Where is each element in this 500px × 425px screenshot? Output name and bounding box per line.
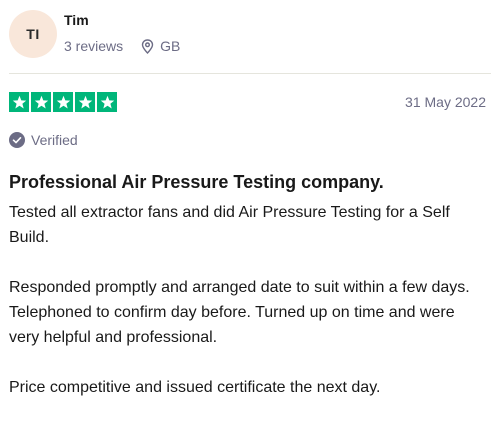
- verified-badge[interactable]: Verified: [9, 132, 78, 148]
- star-icon: [97, 92, 117, 112]
- review-count-label: 3 reviews: [64, 38, 124, 54]
- review-count: 3 reviews: [64, 38, 123, 54]
- consumer-name[interactable]: Tim: [64, 12, 89, 28]
- avatar[interactable]: TI: [9, 10, 57, 58]
- review-paragraph: Tested all extractor fans and did Air Pr…: [9, 204, 450, 246]
- star-icon: [31, 92, 51, 112]
- location-pin-icon: [141, 38, 154, 54]
- consumer-meta: 3 reviews GB: [64, 38, 180, 54]
- review-title[interactable]: Professional Air Pressure Testing compan…: [9, 172, 384, 193]
- star-icon: [9, 92, 29, 112]
- star-rating: [9, 92, 119, 112]
- verified-check-icon: [9, 132, 25, 148]
- star-icon: [53, 92, 73, 112]
- review-paragraph: Price competitive and issued certificate…: [9, 379, 381, 396]
- review-card: TI Tim 3 reviews GB 31 May 2022 Verified…: [0, 0, 500, 403]
- review-paragraph: Responded promptly and arranged date to …: [9, 279, 470, 346]
- review-date: 31 May 2022: [405, 94, 486, 110]
- verified-label: Verified: [31, 132, 78, 148]
- consumer-location: GB: [141, 38, 180, 54]
- review-body: Tested all extractor fans and did Air Pr…: [9, 200, 489, 425]
- country-code: GB: [160, 38, 181, 54]
- divider: [9, 73, 491, 74]
- star-icon: [75, 92, 95, 112]
